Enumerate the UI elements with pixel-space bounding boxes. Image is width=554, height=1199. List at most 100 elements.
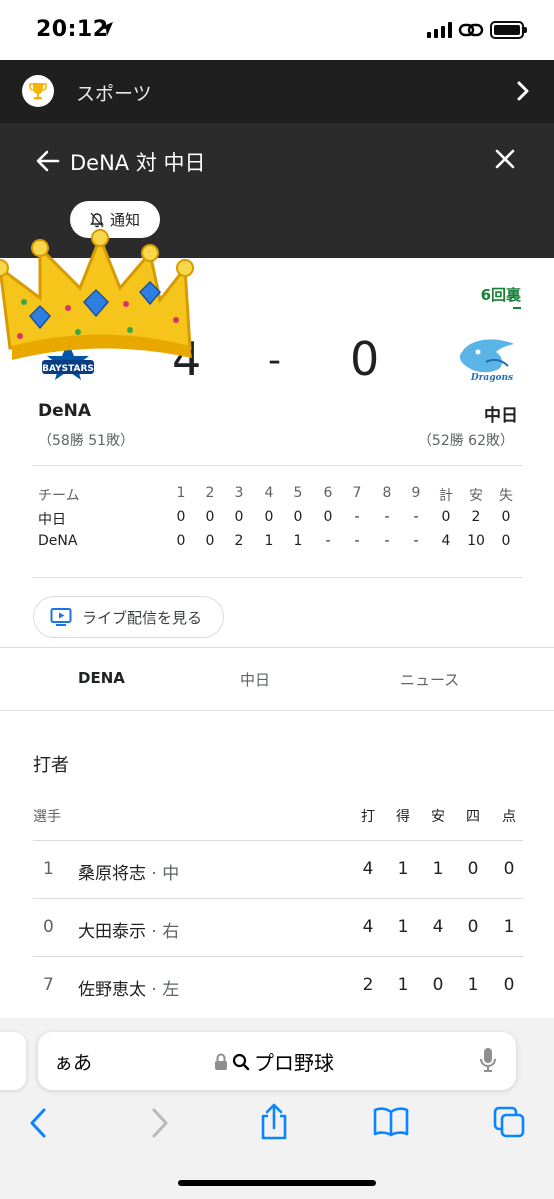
- batting-header-cell: 打: [361, 809, 375, 825]
- linescore-cell: -: [413, 533, 419, 549]
- linescore-cell: 0: [205, 533, 215, 549]
- notify-label: 通知: [109, 211, 140, 229]
- address-bar[interactable]: ぁあ プロ野球: [38, 1032, 516, 1090]
- watch-live-button[interactable]: ライブ配信を見る: [33, 596, 224, 638]
- score-separator: -: [268, 340, 281, 381]
- chevron-right-icon[interactable]: [516, 80, 530, 102]
- linescore-cell: 0: [441, 509, 451, 525]
- address-text: プロ野球: [214, 1047, 334, 1076]
- crown-icon: [0, 229, 194, 360]
- batting-section-title: 打者: [33, 755, 69, 776]
- linescore-cell: 0: [205, 509, 215, 525]
- linescore-table: チーム 1 2 3 4 5 6 7 8 9 計 安 失 中日 0 0 0 0 0…: [38, 483, 518, 555]
- linescore-header-cell: 2: [205, 485, 215, 501]
- back-icon[interactable]: [28, 1106, 50, 1140]
- stat-cell: 0: [467, 859, 479, 879]
- linescore-header-cell: 安: [469, 488, 483, 504]
- linescore-cell: 0: [176, 533, 186, 549]
- back-arrow-icon[interactable]: [36, 150, 60, 172]
- share-icon[interactable]: [259, 1102, 289, 1142]
- watch-live-label: ライブ配信を見る: [82, 608, 203, 627]
- player-position: · 左: [146, 980, 180, 1000]
- battery-icon: [490, 21, 527, 39]
- divider: [32, 465, 522, 466]
- lock-icon: [215, 1053, 227, 1070]
- status-bar: 20:12: [0, 0, 554, 60]
- linescore-cell: -: [325, 533, 331, 549]
- player-position: · 中: [146, 864, 180, 884]
- bookmarks-icon[interactable]: [373, 1106, 409, 1138]
- batting-row[interactable]: 0 大田泰示 · 右 4 1 4 0 1: [33, 898, 523, 956]
- batting-header-player: 選手: [33, 809, 61, 825]
- tab-dena[interactable]: DENA: [78, 669, 125, 687]
- stat-cell: 0: [503, 859, 515, 879]
- stat-cell: 2: [362, 975, 374, 995]
- tab-news[interactable]: ニュース: [400, 669, 459, 690]
- linescore-header-cell: 4: [264, 485, 274, 501]
- linescore-team: DeNA: [38, 533, 78, 549]
- linescore-cell: 2: [471, 509, 481, 525]
- linescore-header-cell: 5: [293, 485, 303, 501]
- forward-icon[interactable]: [148, 1106, 170, 1140]
- tab-chunichi[interactable]: 中日: [240, 669, 270, 690]
- linescore-cell: 0: [501, 509, 511, 525]
- signal-icon: [427, 22, 452, 38]
- divider: [32, 577, 522, 578]
- linescore-row-away: 中日 0 0 0 0 0 0 - - - 0 2 0: [38, 507, 518, 531]
- safari-toolbar-area: ぁあ プロ野球: [0, 1018, 554, 1199]
- linescore-header-cell: 失: [499, 488, 513, 504]
- stat-cell: 1: [432, 859, 444, 879]
- microphone-icon[interactable]: [480, 1047, 496, 1073]
- location-arrow-icon: [99, 22, 113, 36]
- batting-order: 7: [43, 975, 54, 995]
- hotspot-link-icon: [458, 23, 484, 37]
- linescore-cell: -: [354, 509, 360, 525]
- stat-cell: 1: [397, 859, 409, 879]
- linescore-cell: 1: [264, 533, 274, 549]
- batting-row[interactable]: 1 桑原将志 · 中 4 1 1 0 0: [33, 840, 523, 898]
- linescore-header-cell: 9: [411, 485, 421, 501]
- batting-row[interactable]: 7 佐野恵太 · 左 2 1 0 1 0: [33, 956, 523, 1014]
- batting-header-cell: 点: [502, 809, 516, 825]
- linescore-team: 中日: [38, 512, 66, 528]
- linescore-cell: 0: [234, 509, 244, 525]
- stat-cell: 4: [362, 859, 374, 879]
- live-video-icon: [50, 608, 72, 626]
- batting-header-cell: 安: [431, 809, 445, 825]
- stat-cell: 0: [503, 975, 515, 995]
- section-label: スポーツ: [76, 83, 152, 105]
- previous-tab-card[interactable]: [0, 1032, 26, 1090]
- home-team-name: DeNA: [38, 401, 92, 421]
- player-name: 大田泰示 · 右: [78, 922, 180, 942]
- sports-bar[interactable]: スポーツ: [0, 60, 554, 123]
- player-position: · 右: [146, 922, 180, 942]
- linescore-cell: 0: [323, 509, 333, 525]
- linescore-cell: 10: [467, 533, 485, 549]
- player-name: 佐野恵太 · 左: [78, 980, 180, 1000]
- player-name: 桑原将志 · 中: [78, 864, 180, 884]
- linescore-cell: 0: [501, 533, 511, 549]
- stat-cell: 4: [432, 917, 444, 937]
- stat-cell: 4: [362, 917, 374, 937]
- away-team-name: 中日: [484, 406, 518, 426]
- batting-order: 1: [43, 859, 54, 879]
- batting-header-cell: 得: [396, 809, 410, 825]
- search-query: プロ野球: [254, 1051, 334, 1075]
- close-icon[interactable]: [494, 148, 516, 170]
- linescore-cell: -: [384, 509, 390, 525]
- linescore-cell: 1: [293, 533, 303, 549]
- linescore-header-cell: 1: [176, 485, 186, 501]
- bell-icon: [90, 212, 104, 227]
- tabs-icon[interactable]: [493, 1106, 525, 1138]
- live-indicator: [513, 307, 521, 309]
- batting-order: 0: [43, 917, 54, 937]
- linescore-row-home: DeNA 0 0 2 1 1 - - - - 4 10 0: [38, 531, 518, 555]
- linescore-cell: 4: [441, 533, 451, 549]
- linescore-cell: 0: [264, 509, 274, 525]
- svg-text:Dragons: Dragons: [470, 373, 513, 383]
- stat-cell: 0: [467, 917, 479, 937]
- linescore-cell: -: [384, 533, 390, 549]
- page-settings-button[interactable]: ぁあ: [54, 1048, 92, 1075]
- linescore-cell: -: [354, 533, 360, 549]
- away-score: 0: [350, 332, 380, 386]
